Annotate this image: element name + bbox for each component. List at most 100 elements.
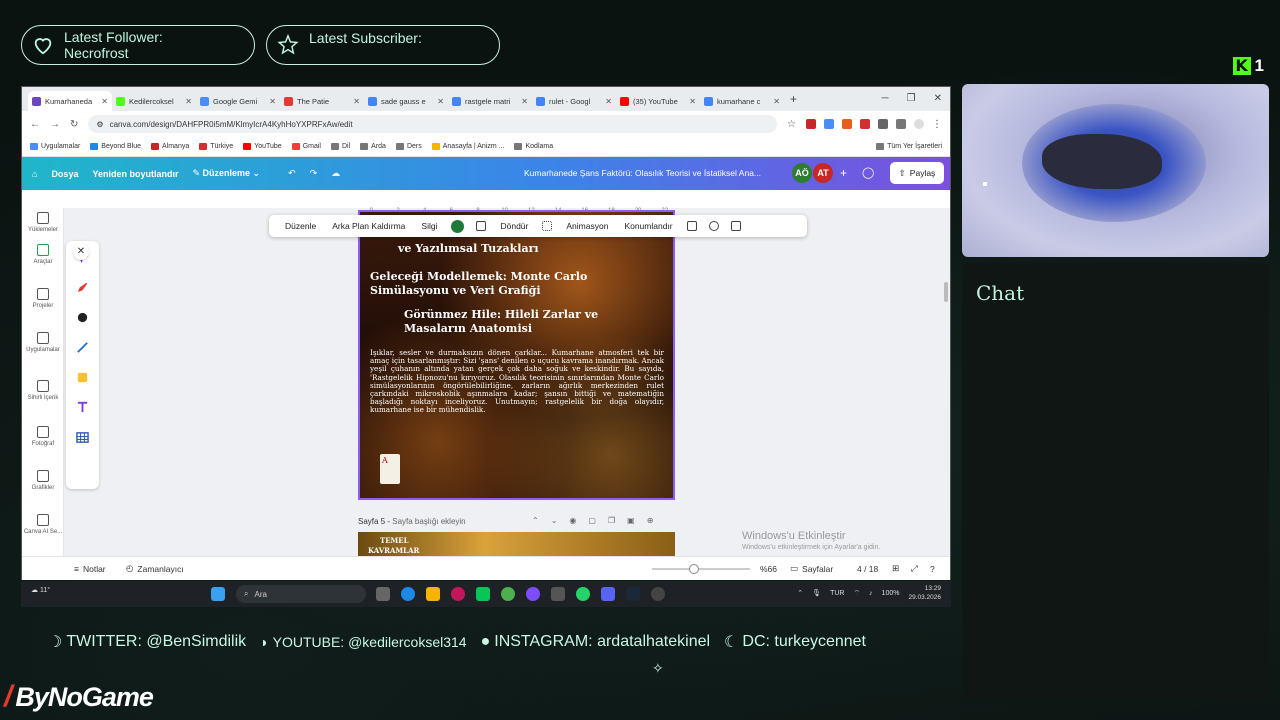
lock-icon[interactable]: ▢ xyxy=(588,516,596,525)
page-heading-monte-carlo[interactable]: Geleceği Modellemek: Monte Carlo Simülas… xyxy=(370,270,590,298)
page-title-input[interactable]: Sayfa başlığı ekleyin xyxy=(392,517,465,526)
clock[interactable]: 13:29 29.03.2026 xyxy=(908,584,941,602)
chevron-up-icon[interactable]: ⌃ xyxy=(797,589,803,597)
avatar[interactable]: AÖ xyxy=(792,163,812,183)
file-explorer-icon[interactable] xyxy=(426,587,440,601)
steam-icon[interactable] xyxy=(626,587,640,601)
profile-avatar[interactable] xyxy=(914,119,924,129)
browser-tab[interactable]: Kumarhaneda ✕ xyxy=(28,91,112,111)
close-window-icon[interactable]: ✕ xyxy=(934,93,942,104)
sidepanel-icon[interactable] xyxy=(896,119,906,129)
sidebar-item[interactable]: Projeler xyxy=(22,288,64,309)
opera-icon[interactable] xyxy=(451,587,465,601)
avatar[interactable]: AT xyxy=(813,163,833,183)
cloud-sync-icon[interactable]: ☁ xyxy=(331,168,340,179)
task-view-icon[interactable] xyxy=(376,587,390,601)
page-heading-top[interactable]: ve Yazılımsal Tuzakları xyxy=(398,242,539,256)
mic-icon[interactable]: 🎙 xyxy=(812,589,821,597)
page-heading-dice[interactable]: Görünmez Hile: Hileli Zarlar ve Masaları… xyxy=(404,308,604,336)
bookmark-item[interactable]: Dil xyxy=(330,143,350,150)
bookmark-item[interactable]: Ders xyxy=(395,143,422,150)
bookmark-item[interactable]: Uygulamalar xyxy=(30,143,80,150)
page-counter[interactable]: 4 / 18 xyxy=(857,564,878,574)
close-panel-icon[interactable]: ✕ xyxy=(73,244,89,260)
tab-close-icon[interactable]: ✕ xyxy=(773,97,780,106)
browser-tab[interactable]: rastgele matri ✕ xyxy=(448,91,532,111)
edit-mode-button[interactable]: ✎ Düzenleme ⌄ xyxy=(192,168,260,179)
zoom-value[interactable]: %66 xyxy=(760,564,777,574)
toolbar-position[interactable]: Konumlandır xyxy=(616,221,680,231)
table-icon[interactable] xyxy=(76,431,89,444)
color-swatch[interactable] xyxy=(451,219,465,233)
tab-close-icon[interactable]: ✕ xyxy=(353,97,360,106)
bookmark-item[interactable]: YouTube xyxy=(243,143,282,150)
tab-close-icon[interactable]: ✕ xyxy=(689,97,696,106)
back-icon[interactable]: ← xyxy=(30,119,40,130)
page-body-text[interactable]: Işıklar, sesler ve durmaksızın dönen çar… xyxy=(370,348,664,415)
delete-page-icon[interactable]: ▣ xyxy=(627,516,635,525)
paint-format-icon[interactable] xyxy=(686,221,697,231)
move-up-icon[interactable]: ⌃ xyxy=(532,516,539,525)
weather-widget[interactable]: ☁ 11° xyxy=(31,586,50,594)
puzzle-icon[interactable] xyxy=(878,119,888,129)
reload-icon[interactable]: ↻ xyxy=(70,119,78,130)
app-icon[interactable] xyxy=(526,587,540,601)
forward-icon[interactable]: → xyxy=(50,119,60,130)
share-button[interactable]: ⇧ Paylaş xyxy=(890,162,944,184)
extension-icon[interactable] xyxy=(806,119,816,129)
language-indicator[interactable]: TUR xyxy=(830,590,844,597)
sidebar-item[interactable]: Grafikler xyxy=(22,470,64,491)
page5-preview[interactable]: TEMEL KAVRAMLAR xyxy=(358,532,675,556)
hide-page-icon[interactable]: ◉ xyxy=(569,516,576,525)
start-icon[interactable] xyxy=(211,587,225,601)
discord-icon[interactable] xyxy=(601,587,615,601)
bookmark-item[interactable]: Kodlama xyxy=(514,143,553,150)
menu-icon[interactable]: ⋮ xyxy=(932,119,942,130)
new-tab-icon[interactable]: + xyxy=(790,92,797,106)
notes-button[interactable]: ≡ Notlar xyxy=(74,564,106,574)
toolbar-edit[interactable]: Düzenle xyxy=(277,221,324,231)
browser-tab[interactable]: (35) YouTube ✕ xyxy=(616,91,700,111)
zoom-slider[interactable] xyxy=(652,564,750,574)
obs-icon[interactable] xyxy=(651,587,665,601)
chrome-icon[interactable] xyxy=(501,587,515,601)
url-field[interactable]: ⚙ canva.com/design/DAHFPR0i5mM/KlmyIcrA4… xyxy=(88,115,778,133)
site-info-icon[interactable]: ⚙ xyxy=(96,120,103,129)
bookmark-item[interactable]: Almanya xyxy=(151,143,189,150)
tab-close-icon[interactable]: ✕ xyxy=(521,97,528,106)
comment-icon[interactable] xyxy=(708,221,719,231)
extension-icon[interactable] xyxy=(824,119,834,129)
text-tool-icon[interactable] xyxy=(76,401,89,414)
toolbar-bg-remove[interactable]: Arka Plan Kaldırma xyxy=(324,221,413,231)
vertical-scrollbar[interactable] xyxy=(944,282,948,302)
sidebar-item[interactable]: Fotoğraf xyxy=(22,426,64,447)
home-icon[interactable]: ⌂ xyxy=(32,169,37,179)
pen-icon[interactable] xyxy=(76,281,89,294)
sidebar-item[interactable]: Yüklemeler xyxy=(22,212,64,233)
wifi-icon[interactable]: ⌔ xyxy=(853,589,860,598)
browser-tab[interactable]: The Patie ✕ xyxy=(280,91,364,111)
transparency-icon[interactable] xyxy=(542,221,553,231)
bookmark-item[interactable]: Anasayfa | Anizm ... xyxy=(431,143,504,150)
tab-close-icon[interactable]: ✕ xyxy=(101,97,108,106)
bookmark-item[interactable]: Türkiye xyxy=(199,143,233,150)
pages-button[interactable]: ▭ Sayfalar xyxy=(790,563,833,574)
browser-tab[interactable]: kumarhane c ✕ xyxy=(700,91,784,111)
bookmark-star-icon[interactable]: ☆ xyxy=(787,119,796,130)
design-page[interactable]: ve Yazılımsal Tuzakları Geleceği Modelle… xyxy=(358,210,675,500)
browser-tab[interactable]: rulet - Googl ✕ xyxy=(532,91,616,111)
fullscreen-icon[interactable]: ⤢ xyxy=(911,563,918,574)
add-page-icon[interactable]: ⊕ xyxy=(647,516,654,525)
crop-icon[interactable] xyxy=(476,221,487,231)
volume-icon[interactable]: ♪ xyxy=(869,590,873,597)
taskbar-search[interactable]: ⌕ Ara xyxy=(236,585,366,603)
tab-close-icon[interactable]: ✕ xyxy=(605,97,612,106)
grid-view-icon[interactable]: ⊞ xyxy=(892,563,899,574)
all-bookmarks[interactable]: Tüm Yer İşaretleri xyxy=(876,143,942,150)
highlighter-icon[interactable] xyxy=(76,341,89,354)
battery-indicator[interactable]: 100% xyxy=(882,590,900,597)
sidebar-item[interactable]: Sihirli İçerik xyxy=(22,380,64,401)
zoom-slider-knob[interactable] xyxy=(689,564,700,574)
toolbar-eraser[interactable]: Silgi xyxy=(413,221,445,231)
undo-icon[interactable]: ↶ xyxy=(288,168,296,179)
